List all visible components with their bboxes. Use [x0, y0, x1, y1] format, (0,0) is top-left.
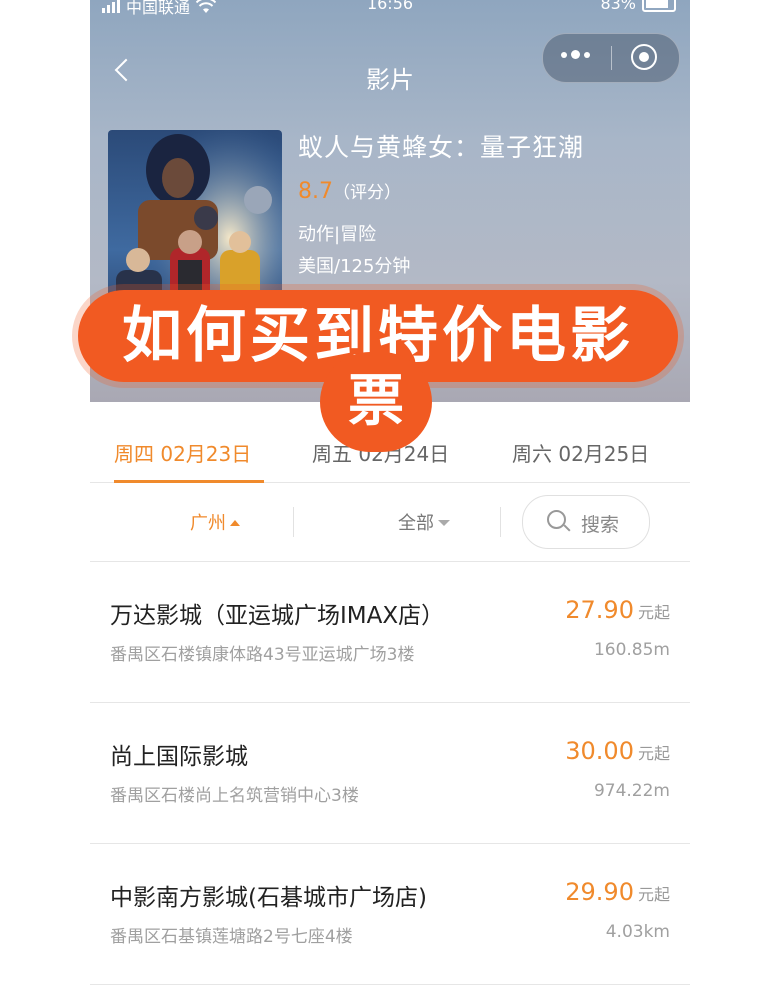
- tab-date-0223[interactable]: 周四 02月23日: [114, 438, 251, 467]
- cinema-list-item[interactable]: 尚上国际影城 番禺区石楼尚上名筑营销中心3楼 30.00 元起 974.22m: [90, 703, 690, 844]
- rating-value: 8.7: [298, 179, 333, 204]
- price-unit: 元起: [637, 744, 670, 763]
- price-value: 29.90: [565, 878, 634, 906]
- cinema-name: 中影南方影城(石碁城市广场店): [110, 885, 427, 911]
- movie-title: 蚁人与黄蜂女：量子狂潮: [298, 133, 585, 162]
- tab-date-0225[interactable]: 周六 02月25日: [512, 438, 649, 467]
- cinema-name: 万达影城（亚运城广场IMAX店）: [110, 603, 445, 629]
- rating-label: （评分）: [333, 183, 401, 203]
- price-unit: 元起: [637, 603, 670, 622]
- battery-percent: 83%: [600, 0, 636, 13]
- movie-genre: 动作|冒险: [298, 224, 377, 245]
- mini-program-capsule: [542, 33, 680, 83]
- battery-icon: [642, 0, 676, 12]
- category-filter[interactable]: 全部: [398, 509, 450, 535]
- city-label: 广州: [190, 513, 226, 534]
- status-bar: 中国联通 16:56 83%: [90, 0, 690, 18]
- promo-headline-tail: 票: [320, 352, 432, 452]
- promo-overlay: 如何买到特价电影 票: [78, 290, 678, 452]
- search-label: 搜索: [581, 514, 620, 536]
- cinema-price: 30.00 元起: [565, 737, 670, 765]
- cinema-name: 尚上国际影城: [110, 744, 248, 770]
- movie-country-duration: 美国/125分钟: [298, 256, 411, 277]
- cinema-address: 番禺区石基镇莲塘路2号七座4楼: [110, 927, 353, 947]
- record-icon[interactable]: [631, 44, 657, 70]
- caret-up-icon: [230, 520, 240, 526]
- mini-program-screen: 中国联通 16:56 83% 影片 蚁人与黄蜂女：量子狂潮 8.7（评分） 动作…: [90, 0, 690, 1007]
- search-button[interactable]: 搜索: [522, 495, 650, 549]
- cinema-distance: 974.22m: [593, 781, 670, 801]
- cinema-price: 29.90 元起: [565, 878, 670, 906]
- price-unit: 元起: [637, 885, 670, 904]
- search-icon: [547, 510, 566, 529]
- more-icon[interactable]: [561, 50, 590, 59]
- cinema-price: 27.90 元起: [565, 596, 670, 624]
- filter-bar: 广州 全部 搜索: [90, 483, 690, 562]
- cinema-list-item[interactable]: 中影南方影城(石碁城市广场店) 番禺区石基镇莲塘路2号七座4楼 29.90 元起 …: [90, 844, 690, 985]
- movie-rating: 8.7（评分）: [298, 178, 401, 204]
- cinema-address: 番禺区石楼尚上名筑营销中心3楼: [110, 786, 359, 806]
- cinema-list-item[interactable]: 万达影城（亚运城广场IMAX店） 番禺区石楼镇康体路43号亚运城广场3楼 27.…: [90, 562, 690, 703]
- caret-down-icon: [438, 520, 450, 526]
- category-label: 全部: [398, 513, 434, 534]
- cinema-distance: 160.85m: [593, 640, 670, 660]
- city-filter[interactable]: 广州: [190, 509, 240, 535]
- price-value: 27.90: [565, 596, 634, 624]
- cinema-address: 番禺区石楼镇康体路43号亚运城广场3楼: [110, 645, 415, 665]
- cinema-distance: 4.03km: [605, 922, 670, 942]
- price-value: 30.00: [565, 737, 634, 765]
